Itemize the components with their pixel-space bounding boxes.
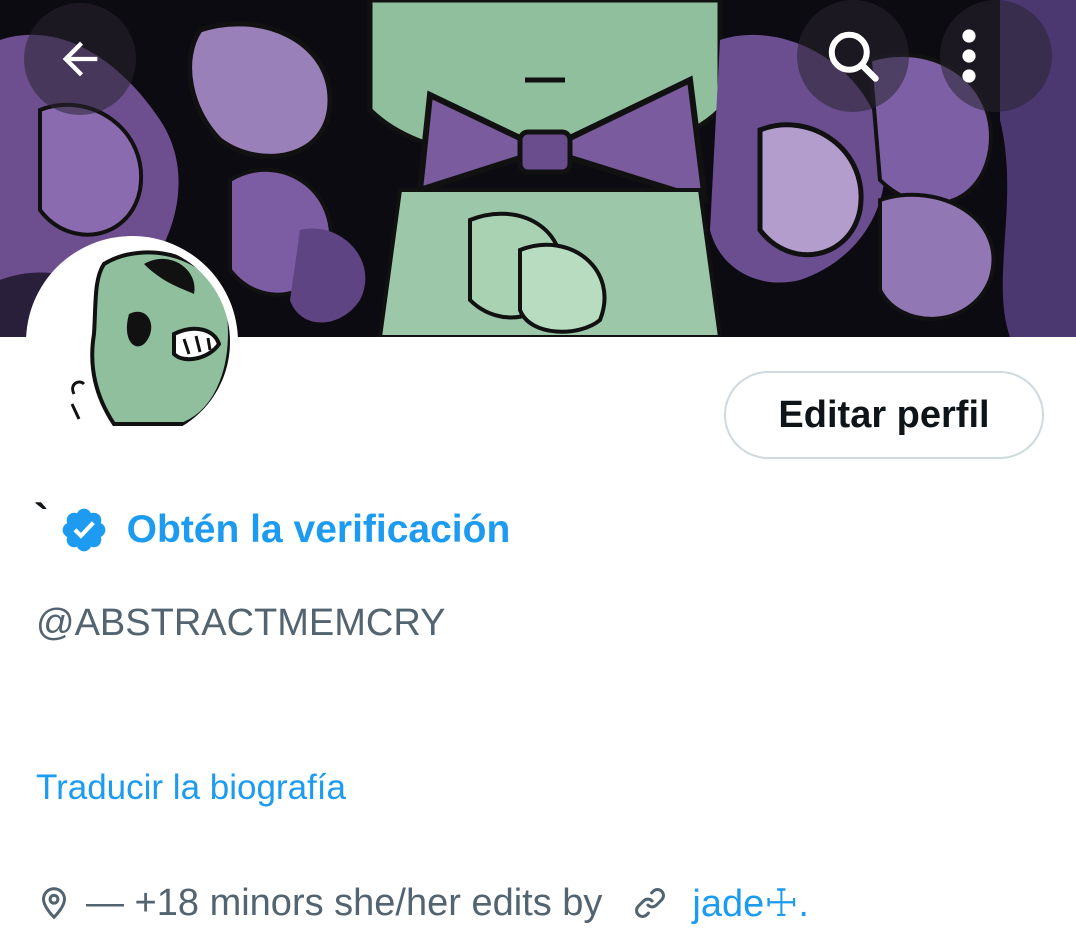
verified-badge-icon[interactable] — [59, 505, 109, 555]
back-button[interactable] — [24, 3, 136, 115]
user-handle: @ABSTRACTMEMCRY — [36, 602, 446, 644]
more-vertical-icon — [962, 29, 976, 83]
profile-avatar[interactable] — [26, 236, 238, 448]
edit-profile-button[interactable]: Editar perfil — [724, 371, 1044, 459]
location-text: — +18 minors she/her edits by — [86, 881, 603, 924]
search-button[interactable] — [797, 0, 909, 112]
more-button[interactable] — [940, 0, 1052, 112]
link-icon — [635, 888, 666, 918]
display-name: ` — [34, 495, 49, 544]
arrow-left-icon — [62, 41, 98, 77]
name-row: ` Obtén la verificación — [34, 495, 511, 560]
translate-bio-link[interactable]: Traducir la biografía — [36, 768, 346, 808]
profile-meta-row: — +18 minors she/her edits by jade☩. — [36, 876, 809, 930]
avatar-image — [34, 244, 230, 440]
get-verified-link[interactable]: Obtén la verificación — [127, 508, 511, 552]
location-pin-icon — [41, 887, 67, 920]
website-link[interactable]: jade☩. — [692, 881, 808, 926]
search-icon — [828, 31, 879, 82]
